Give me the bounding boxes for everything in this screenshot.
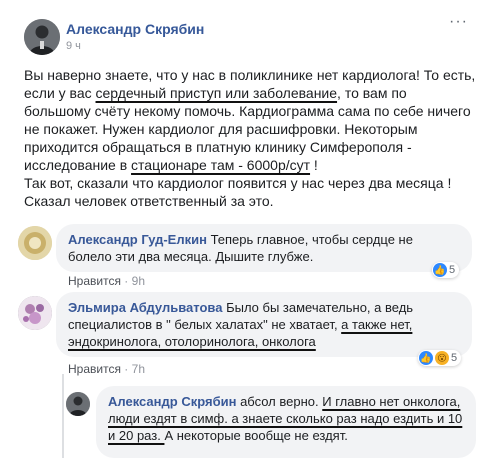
like-link[interactable]: Нравится bbox=[68, 274, 121, 288]
reply-author-avatar[interactable] bbox=[66, 392, 90, 416]
comment-bubble: Александр Гуд-Елкин Теперь главное, чтоб… bbox=[56, 224, 472, 272]
commenter-avatar[interactable] bbox=[18, 296, 52, 330]
more-options-icon[interactable]: ··· bbox=[449, 13, 468, 31]
comment-actions: Нравится · 7h bbox=[68, 362, 145, 376]
underlined-text: сердечный приступ или заболевание bbox=[95, 85, 338, 101]
like-icon: 👍 bbox=[433, 263, 447, 277]
comment-time[interactable]: 7h bbox=[132, 362, 145, 376]
comment-time[interactable]: 9h bbox=[132, 274, 145, 288]
post-paragraph-2: Так вот, сказали что кардиолог появится … bbox=[24, 175, 452, 191]
underlined-text: стационаре там - 6000р/сут bbox=[131, 157, 311, 173]
reply-bubble: Александр Скрябин абсол верно. И главно … bbox=[96, 386, 476, 458]
post-text-segment: ! bbox=[310, 157, 318, 173]
like-icon: 👍 bbox=[419, 351, 433, 365]
post-timestamp[interactable]: 9 ч bbox=[66, 40, 81, 52]
post-paragraph-3: Сказал человек ответственный за это. bbox=[24, 193, 274, 209]
reply-thread-line bbox=[62, 374, 64, 458]
reaction-count: 5 bbox=[449, 264, 456, 276]
reaction-count: 5 bbox=[451, 352, 458, 364]
post-paragraph-1: Вы наверно знаете, что у нас в поликлини… bbox=[24, 66, 476, 174]
comment-actions: Нравится · 9h bbox=[68, 274, 145, 288]
like-link[interactable]: Нравится bbox=[68, 362, 121, 376]
commenter-avatar[interactable] bbox=[18, 226, 52, 260]
reply-author[interactable]: Александр Скрябин bbox=[108, 394, 236, 409]
post-author-name[interactable]: Александр Скрябин bbox=[66, 21, 204, 37]
reply-text: А некоторые вообще не ездят. bbox=[164, 428, 348, 443]
separator: · bbox=[124, 274, 132, 288]
comment-author[interactable]: Александр Гуд-Елкин bbox=[68, 232, 207, 247]
post-text: Вы наверно знаете, что у нас в поликлини… bbox=[24, 66, 476, 210]
comment-bubble: Эльмира Абдульватова Было бы замечательн… bbox=[56, 292, 472, 357]
wow-icon: 😮 bbox=[435, 351, 449, 365]
separator: · bbox=[124, 362, 132, 376]
post-author-avatar[interactable] bbox=[24, 19, 60, 55]
reaction-summary[interactable]: 👍 😮 5 bbox=[418, 350, 462, 366]
reply-text: абсол верно. bbox=[236, 394, 323, 409]
reaction-summary[interactable]: 👍 5 bbox=[432, 262, 460, 278]
comment-author[interactable]: Эльмира Абдульватова bbox=[68, 300, 222, 315]
